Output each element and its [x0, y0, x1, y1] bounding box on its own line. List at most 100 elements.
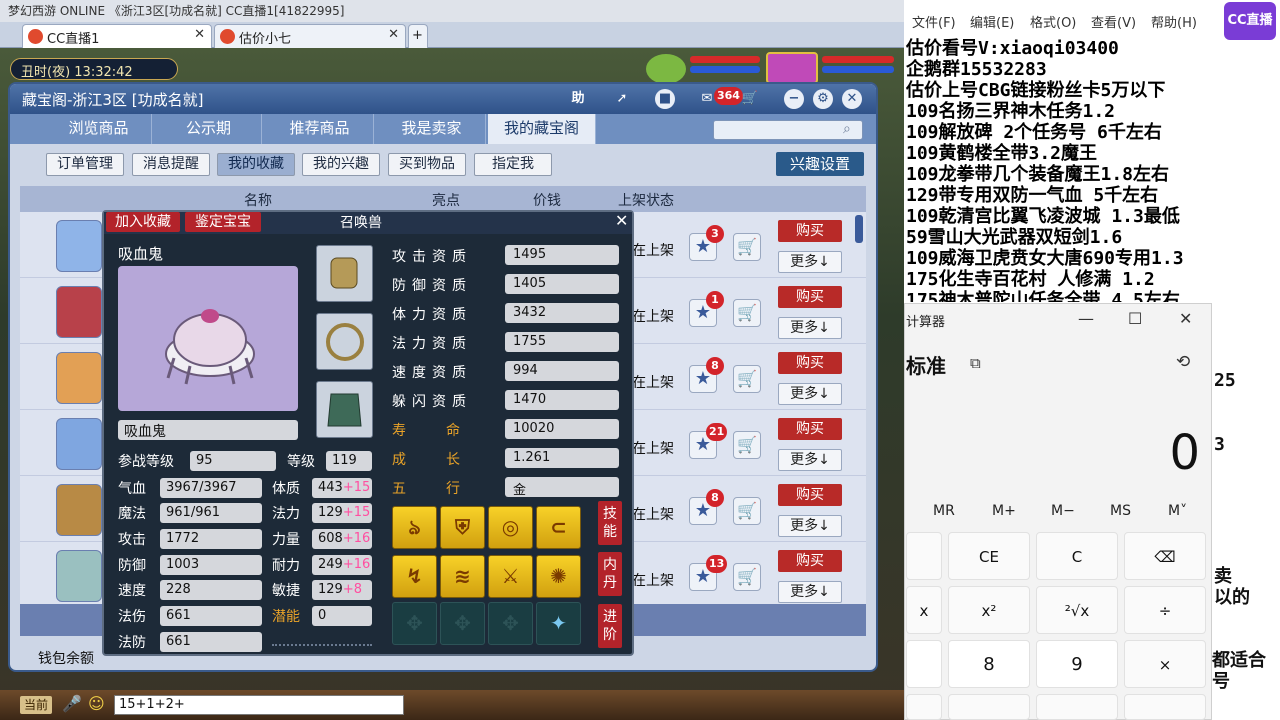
- close-icon[interactable]: ✕: [388, 27, 399, 42]
- more-button[interactable]: 更多↓: [778, 251, 842, 273]
- menu-view[interactable]: 查看(V): [1091, 12, 1136, 31]
- key-4-button[interactable]: [906, 694, 942, 720]
- more-button[interactable]: 更多↓: [778, 515, 842, 537]
- skill-icon[interactable]: ঌ: [392, 506, 437, 549]
- subtab-interests[interactable]: 我的兴趣: [302, 153, 380, 176]
- gear-icon[interactable]: ⚙: [813, 89, 833, 109]
- clear-button[interactable]: C: [1036, 532, 1118, 580]
- cart-icon[interactable]: 🛒: [733, 299, 761, 327]
- minimize-icon[interactable]: −: [784, 89, 804, 109]
- more-button[interactable]: 更多↓: [778, 449, 842, 471]
- menu-help[interactable]: 帮助(H): [1151, 12, 1197, 31]
- inner-core-button[interactable]: 内丹: [598, 552, 622, 596]
- close-icon[interactable]: ✕: [615, 211, 628, 230]
- chat-input[interactable]: 15+1+2+: [114, 695, 404, 715]
- cart-icon[interactable]: 🛒: [733, 497, 761, 525]
- tab-browse[interactable]: 浏览商品: [46, 114, 152, 144]
- microphone-icon[interactable]: 🎤: [62, 694, 82, 713]
- keep-on-top-icon[interactable]: ⧉: [970, 354, 981, 372]
- more-button[interactable]: 更多↓: [778, 317, 842, 339]
- subtab-purchased[interactable]: 买到物品: [388, 153, 466, 176]
- tab-appraiser[interactable]: 估价小七 ✕: [214, 24, 406, 48]
- menu-file[interactable]: 文件(F): [912, 12, 956, 31]
- equipment-slot-1[interactable]: [316, 245, 373, 302]
- close-icon[interactable]: ✕: [194, 27, 205, 42]
- cart-icon[interactable]: 🛒: [733, 563, 761, 591]
- calculator-mode[interactable]: 标准: [906, 350, 946, 379]
- skills-button[interactable]: 技能: [598, 501, 622, 545]
- minimize-icon[interactable]: —: [1078, 309, 1094, 328]
- multiply-button[interactable]: ×: [1124, 640, 1206, 688]
- subtab-favorites[interactable]: 我的收藏: [217, 153, 295, 176]
- key-8-button[interactable]: 8: [948, 640, 1030, 688]
- tab-cc-live[interactable]: CC直播1 ✕: [22, 24, 212, 48]
- skill-icon[interactable]: ≋: [440, 555, 485, 598]
- buy-button[interactable]: 购买: [778, 220, 842, 242]
- search-icon[interactable]: ⌕: [843, 121, 851, 137]
- memory-recall-button[interactable]: MR: [933, 503, 955, 519]
- cart-icon[interactable]: 🛒: [733, 233, 761, 261]
- maximize-icon[interactable]: ☐: [1128, 309, 1142, 328]
- buy-button[interactable]: 购买: [778, 550, 842, 572]
- equipment-slot-3[interactable]: [316, 381, 373, 438]
- sqrt-button[interactable]: ²√x: [1036, 586, 1118, 634]
- buy-button[interactable]: 购买: [778, 352, 842, 374]
- player-portrait[interactable]: [766, 52, 818, 84]
- percent-button[interactable]: [906, 532, 942, 580]
- crystal-icon[interactable]: ✦: [536, 602, 581, 645]
- divide-button[interactable]: ÷: [1124, 586, 1206, 634]
- cart-icon[interactable]: 🛒: [733, 365, 761, 393]
- subtab-messages[interactable]: 消息提醒: [132, 153, 210, 176]
- chat-channel-button[interactable]: 当前: [20, 696, 52, 714]
- key-5-button[interactable]: [948, 694, 1030, 720]
- minus-button[interactable]: [1124, 694, 1206, 720]
- interest-settings-button[interactable]: 兴趣设置: [776, 152, 864, 176]
- menu-edit[interactable]: 编辑(E): [970, 12, 1014, 31]
- emoji-icon[interactable]: ☺: [88, 694, 105, 713]
- memory-store-button[interactable]: MS: [1110, 503, 1131, 519]
- tab-public[interactable]: 公示期: [156, 114, 262, 144]
- square-button[interactable]: x²: [948, 586, 1030, 634]
- menu-format[interactable]: 格式(O): [1030, 12, 1076, 31]
- backspace-button[interactable]: ⌫: [1124, 532, 1206, 580]
- stop-icon[interactable]: ■: [655, 89, 675, 109]
- buy-button[interactable]: 购买: [778, 286, 842, 308]
- buy-button[interactable]: 购买: [778, 418, 842, 440]
- skill-icon[interactable]: ✺: [536, 555, 581, 598]
- help-button[interactable]: 助: [568, 89, 588, 109]
- cart-icon[interactable]: 🛒: [733, 431, 761, 459]
- pet-portrait[interactable]: [646, 54, 686, 84]
- cart-icon[interactable]: 🛒: [740, 89, 760, 109]
- more-button[interactable]: 更多↓: [778, 383, 842, 405]
- memory-add-button[interactable]: M+: [992, 503, 1016, 519]
- key-7-button[interactable]: [906, 640, 942, 688]
- new-tab-button[interactable]: +: [408, 24, 428, 48]
- subtab-designated[interactable]: 指定我: [474, 153, 552, 176]
- skill-icon[interactable]: ◎: [488, 506, 533, 549]
- memory-subtract-button[interactable]: M−: [1051, 503, 1075, 519]
- memory-list-button[interactable]: M˅: [1168, 503, 1187, 519]
- tab-my-cbg[interactable]: 我的藏宝阁: [488, 114, 596, 144]
- key-9-button[interactable]: 9: [1036, 640, 1118, 688]
- skill-icon[interactable]: ⚔: [488, 555, 533, 598]
- search-input[interactable]: [713, 120, 863, 140]
- equipment-slot-2[interactable]: [316, 313, 373, 370]
- close-icon[interactable]: ✕: [842, 89, 862, 109]
- clear-entry-button[interactable]: CE: [948, 532, 1030, 580]
- skill-icon[interactable]: ⛨: [440, 506, 485, 549]
- more-button[interactable]: 更多↓: [778, 581, 842, 603]
- buy-button[interactable]: 购买: [778, 484, 842, 506]
- skill-icon[interactable]: ⊂: [536, 506, 581, 549]
- skill-icon[interactable]: ↯: [392, 555, 437, 598]
- history-icon[interactable]: ⟲: [1176, 352, 1190, 372]
- reciprocal-button[interactable]: x: [906, 586, 942, 634]
- key-6-button[interactable]: [1036, 694, 1118, 720]
- close-icon[interactable]: ✕: [1179, 309, 1192, 328]
- tab-recommend[interactable]: 推荐商品: [266, 114, 374, 144]
- share-icon[interactable]: ➚: [612, 89, 632, 109]
- add-favorite-button[interactable]: 加入收藏: [106, 212, 180, 232]
- tab-seller[interactable]: 我是卖家: [378, 114, 486, 144]
- advance-button[interactable]: 进阶: [598, 604, 622, 648]
- subtab-orders[interactable]: 订单管理: [46, 153, 124, 176]
- appraise-button[interactable]: 鉴定宝宝: [185, 212, 261, 232]
